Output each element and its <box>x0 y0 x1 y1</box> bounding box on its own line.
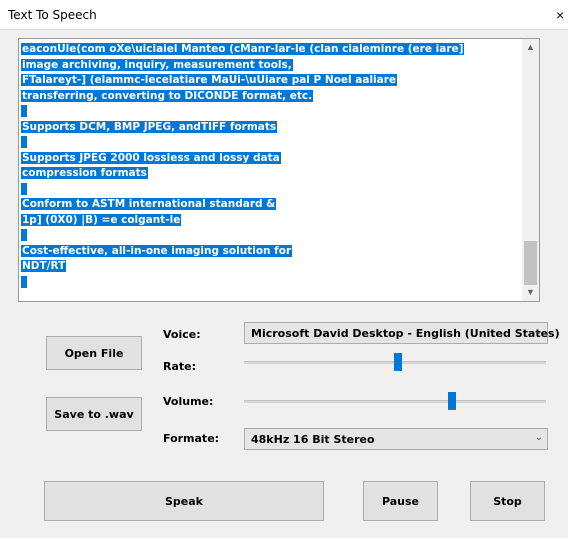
stop-button[interactable]: Stop <box>470 481 545 521</box>
volume-slider[interactable] <box>244 392 546 412</box>
rate-slider[interactable] <box>244 353 546 373</box>
close-icon[interactable]: × <box>556 6 568 24</box>
volume-slider-thumb[interactable] <box>448 392 457 410</box>
voice-select[interactable]: Microsoft David Desktop - English (Unite… <box>244 322 560 344</box>
text-line: NDT/RT <box>21 259 521 275</box>
speak-button[interactable]: Speak <box>44 481 324 521</box>
selected-text <box>21 182 27 195</box>
text-line <box>21 275 521 291</box>
window-title: Text To Speech <box>8 8 97 22</box>
text-line: compression formats <box>21 166 521 182</box>
selected-text: transferring, converting to DICONDE form… <box>21 89 314 102</box>
text-input-area[interactable]: eaconUle(com oXe\uiciaiel Manteo (cManr-… <box>18 38 540 302</box>
title-bar: Text To Speech × <box>0 0 568 30</box>
save-wav-button[interactable]: Save to .wav <box>46 397 142 431</box>
selected-text: Cost-effective, all-in-one imaging solut… <box>21 244 293 257</box>
selected-text: 1p] (0X0) |B) =e colgant-le <box>21 213 182 226</box>
selected-text <box>21 275 27 288</box>
selected-text: eaconUle(com oXe\uiciaiel Manteo (cManr-… <box>21 43 465 55</box>
selected-text: Supports DCM, BMP JPEG, andTIFF formats <box>21 120 278 133</box>
rate-slider-thumb[interactable] <box>394 353 403 371</box>
rate-label: Rate: <box>163 360 197 373</box>
selected-text: FTalareyt-] (elammc-lecelatiare MaUi-\uU… <box>21 74 398 86</box>
selected-text <box>21 136 27 148</box>
volume-label: Volume: <box>163 395 214 408</box>
text-line: Cost-effective, all-in-one imaging solut… <box>21 244 521 260</box>
text-line: eaconUle(com oXe\uiciaiel Manteo (cManr-… <box>21 42 521 58</box>
vertical-scrollbar[interactable]: ▲ ▼ <box>522 39 539 301</box>
selected-text <box>21 105 27 117</box>
format-label: Formate: <box>163 432 220 445</box>
selected-text: image archiving, inquiry, measurement to… <box>21 58 293 71</box>
text-line: image archiving, inquiry, measurement to… <box>21 58 521 74</box>
text-line: Supports JPEG 2000 lossless and lossy da… <box>21 151 521 167</box>
text-line <box>21 182 521 198</box>
voice-label: Voice: <box>163 328 201 341</box>
text-to-speech-window: Text To Speech × eaconUle(com oXe\uiciai… <box>0 0 568 538</box>
selected-text: Conform to ASTM international standard & <box>21 198 277 210</box>
text-line: transferring, converting to DICONDE form… <box>21 89 521 105</box>
text-line: Supports DCM, BMP JPEG, andTIFF formats <box>21 120 521 136</box>
selected-text: NDT/RT <box>21 260 67 272</box>
selected-text: Supports JPEG 2000 lossless and lossy da… <box>21 151 281 164</box>
scrollbar-thumb[interactable] <box>524 241 537 285</box>
text-line: FTalareyt-] (elammc-lecelatiare MaUi-\uU… <box>21 73 521 89</box>
text-line <box>21 104 521 120</box>
format-select-value: 48kHz 16 Bit Stereo <box>251 433 375 446</box>
selected-text: compression formats <box>21 167 148 179</box>
voice-select-value: Microsoft David Desktop - English (Unite… <box>251 327 560 340</box>
format-select[interactable]: 48kHz 16 Bit Stereo ⌄ <box>244 428 548 450</box>
volume-slider-track <box>244 400 546 403</box>
chevron-down-icon[interactable]: ▼ <box>522 284 539 301</box>
open-file-button[interactable]: Open File <box>46 336 142 370</box>
text-content[interactable]: eaconUle(com oXe\uiciaiel Manteo (cManr-… <box>21 42 521 290</box>
chevron-down-icon: ⌄ <box>534 432 543 443</box>
chevron-down-icon: ⌄ <box>534 326 543 337</box>
chevron-up-icon[interactable]: ▲ <box>522 39 539 56</box>
text-line: Conform to ASTM international standard & <box>21 197 521 213</box>
pause-button[interactable]: Pause <box>363 481 438 521</box>
text-line <box>21 135 521 151</box>
selected-text <box>21 229 27 241</box>
text-line <box>21 228 521 244</box>
text-line: 1p] (0X0) |B) =e colgant-le <box>21 213 521 229</box>
